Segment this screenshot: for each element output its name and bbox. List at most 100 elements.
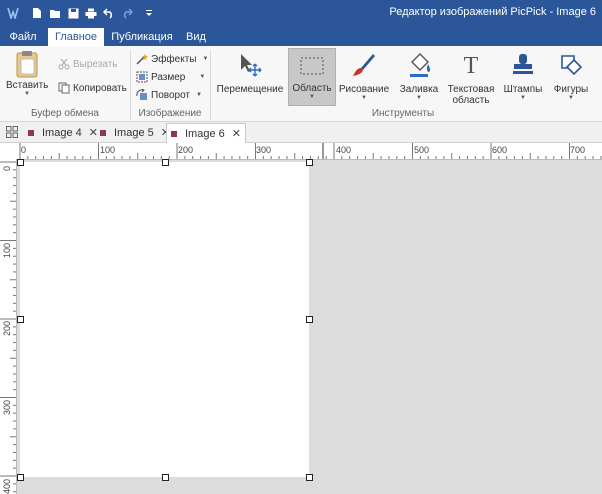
stamp-icon bbox=[513, 54, 533, 74]
resize-handle-bottom[interactable] bbox=[162, 474, 169, 481]
ruler-label: 0 bbox=[2, 165, 12, 171]
region-tool-button[interactable]: Область ▼ bbox=[288, 48, 336, 106]
clipboard-icon bbox=[16, 51, 38, 78]
region-dropdown-icon: ▼ bbox=[309, 94, 315, 100]
ruler-label: 600 bbox=[492, 145, 508, 155]
rotate-icon bbox=[136, 89, 148, 101]
tab-file[interactable]: Файл bbox=[4, 28, 42, 46]
close-icon[interactable]: ✕ bbox=[232, 127, 241, 140]
document-tab-label: Image 5 bbox=[114, 126, 154, 139]
document-tab[interactable]: Image 4 ✕ bbox=[28, 123, 98, 142]
tab-publish[interactable]: Публикация bbox=[110, 28, 174, 46]
resize-handle-top-right[interactable] bbox=[306, 159, 313, 166]
document-tab-label: Image 6 bbox=[185, 127, 225, 140]
ribbon: Вставить ▼ Вырезать Копировать Буфер обм… bbox=[0, 46, 602, 122]
resize-label: Размер bbox=[151, 71, 186, 83]
image-marker-icon bbox=[28, 129, 34, 136]
fill-dropdown-icon: ▼ bbox=[416, 95, 422, 101]
image-canvas[interactable] bbox=[20, 162, 309, 477]
image-marker-icon bbox=[100, 129, 106, 136]
stamps-tool-button[interactable]: Штампы ▼ bbox=[500, 52, 546, 101]
tab-home[interactable]: Главное bbox=[48, 28, 104, 46]
cut-label: Вырезать bbox=[73, 58, 118, 70]
fill-label: Заливка bbox=[399, 84, 439, 95]
text-label-line2: область bbox=[452, 95, 490, 106]
image-group-label: Изображение bbox=[138, 108, 202, 119]
ruler-label: 100 bbox=[2, 242, 12, 258]
image-marker-icon bbox=[171, 130, 177, 137]
redo-icon[interactable] bbox=[118, 4, 136, 22]
resize-button[interactable]: Размер ▼ bbox=[136, 68, 205, 86]
ruler-label: 200 bbox=[178, 145, 194, 155]
shapes-icon bbox=[561, 55, 583, 76]
ruler-label: 400 bbox=[336, 145, 352, 155]
draw-dropdown-icon: ▼ bbox=[361, 95, 367, 101]
document-tab-label: Image 4 bbox=[42, 126, 82, 139]
quick-access-toolbar bbox=[4, 4, 158, 22]
move-arrow-icon bbox=[241, 54, 262, 77]
ruler-label: 400 bbox=[2, 478, 12, 494]
text-label-line1: Текстовая bbox=[447, 84, 495, 95]
new-file-icon[interactable] bbox=[28, 4, 46, 22]
copy-label: Копировать bbox=[73, 82, 127, 94]
resize-icon bbox=[136, 71, 148, 83]
svg-text:T: T bbox=[464, 53, 479, 78]
stamps-dropdown-icon: ▼ bbox=[520, 95, 526, 101]
draw-label: Рисование bbox=[338, 84, 390, 95]
title-bar: Редактор изображений PicPick - Image 6 bbox=[0, 0, 602, 26]
horizontal-ruler: 0 100 200 300 400 500 600 700 bbox=[16, 143, 602, 160]
tab-grid-icon[interactable] bbox=[6, 126, 18, 141]
ruler-label: 300 bbox=[256, 145, 272, 155]
rotate-label: Поворот bbox=[151, 89, 190, 101]
resize-handle-left[interactable] bbox=[17, 316, 24, 323]
app-logo-icon[interactable] bbox=[4, 4, 22, 22]
customize-icon[interactable] bbox=[140, 4, 158, 22]
document-tab-active[interactable]: Image 6 ✕ bbox=[166, 123, 246, 143]
menu-bar: Файл Главное Публикация Вид bbox=[0, 26, 602, 46]
close-icon[interactable]: ✕ bbox=[89, 126, 98, 139]
move-tool-button[interactable]: Перемещение bbox=[216, 52, 284, 95]
paste-dropdown-icon: ▼ bbox=[24, 91, 30, 97]
copy-button[interactable]: Копировать bbox=[58, 79, 127, 97]
effects-icon bbox=[136, 53, 148, 65]
paste-button[interactable]: Вставить ▼ bbox=[6, 50, 48, 97]
effects-label: Эффекты bbox=[151, 53, 197, 65]
effects-dropdown-icon: ▼ bbox=[202, 56, 209, 62]
rotate-button[interactable]: Поворот ▼ bbox=[136, 86, 202, 104]
clipboard-group-label: Буфер обмена bbox=[31, 108, 99, 119]
save-icon[interactable] bbox=[64, 4, 82, 22]
text-tool-button[interactable]: T Текстовая область bbox=[446, 52, 496, 106]
ruler-label: 300 bbox=[2, 399, 12, 415]
region-label: Область bbox=[292, 83, 332, 94]
ruler-label: 200 bbox=[2, 320, 12, 336]
resize-handle-top[interactable] bbox=[162, 159, 169, 166]
resize-dropdown-icon: ▼ bbox=[199, 74, 206, 80]
selection-rectangle-icon bbox=[300, 57, 324, 75]
draw-tool-button[interactable]: Рисование ▼ bbox=[338, 52, 390, 101]
open-folder-icon[interactable] bbox=[46, 4, 64, 22]
shapes-tool-button[interactable]: Фигуры ▼ bbox=[550, 52, 592, 101]
copy-icon bbox=[58, 82, 70, 94]
tools-group-label: Инструменты bbox=[371, 108, 435, 119]
fill-tool-button[interactable]: Заливка ▼ bbox=[396, 52, 442, 101]
cut-button[interactable]: Вырезать bbox=[58, 55, 117, 73]
move-label: Перемещение bbox=[216, 84, 284, 95]
document-tab[interactable]: Image 5 ✕ bbox=[100, 123, 170, 142]
tab-view[interactable]: Вид bbox=[180, 28, 212, 46]
paintbrush-icon bbox=[353, 54, 375, 76]
shapes-dropdown-icon: ▼ bbox=[568, 95, 574, 101]
ruler-corner bbox=[0, 143, 17, 160]
scissors-icon bbox=[58, 58, 70, 70]
undo-icon[interactable] bbox=[100, 4, 118, 22]
resize-handle-top-left[interactable] bbox=[17, 159, 24, 166]
effects-button[interactable]: Эффекты ▼ bbox=[136, 50, 208, 68]
paste-label: Вставить bbox=[6, 80, 49, 91]
resize-handle-bottom-left[interactable] bbox=[17, 474, 24, 481]
resize-handle-bottom-right[interactable] bbox=[306, 474, 313, 481]
resize-handle-right[interactable] bbox=[306, 316, 313, 323]
vertical-ruler: 0 100 200 300 400 bbox=[0, 159, 17, 494]
print-icon[interactable] bbox=[82, 4, 100, 22]
shapes-label: Фигуры bbox=[553, 84, 589, 95]
ruler-label: 0 bbox=[21, 145, 27, 155]
ruler-label: 700 bbox=[570, 145, 586, 155]
